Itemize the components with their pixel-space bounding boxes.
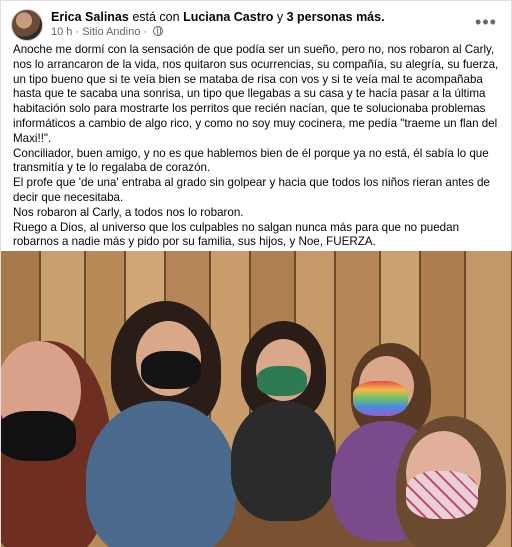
person-3-mask <box>257 366 307 396</box>
person-3-body <box>231 401 336 521</box>
post-time-link[interactable]: 10 h <box>51 26 72 38</box>
with-text: está con <box>132 10 180 24</box>
tagged-person-link[interactable]: Luciana Castro <box>183 10 273 24</box>
post-paragraph: El profe que 'de una' entraba al grado s… <box>13 176 490 204</box>
meta-separator-2: · <box>143 26 148 38</box>
person-5-mask <box>406 471 478 519</box>
author-name-link[interactable]: Erica Salinas <box>51 10 129 24</box>
author-avatar[interactable] <box>11 9 43 41</box>
meta-separator: · <box>75 26 80 38</box>
post-paragraph: Conciliador, buen amigo, y no es que hab… <box>13 146 489 175</box>
post-photo[interactable] <box>1 251 512 547</box>
globe-icon[interactable] <box>153 26 164 36</box>
and-text: y <box>276 10 284 24</box>
person-2-jacket <box>86 401 236 547</box>
person-1-mask <box>1 411 76 461</box>
post-header: Erica Salinas está con Luciana Castro y … <box>1 1 512 45</box>
more-options-icon: ••• <box>475 12 497 32</box>
others-link[interactable]: 3 personas más. <box>287 10 385 24</box>
post-text: Anoche me dormí con la sensación de que … <box>13 43 505 250</box>
post-paragraph: Nos robaron al Carly, a todos nos lo rob… <box>13 205 244 219</box>
post-paragraph: Ruego a Dios, al universo que los culpab… <box>13 220 460 249</box>
more-options-button[interactable]: ••• <box>473 13 499 35</box>
facebook-post: Erica Salinas está con Luciana Castro y … <box>0 0 512 547</box>
location-link[interactable]: Sitio Andino <box>82 26 140 38</box>
person-4-mask <box>353 381 408 416</box>
post-meta: 10 h · Sitio Andino · <box>51 26 164 39</box>
person-2-mask <box>141 351 201 389</box>
post-author-line: Erica Salinas está con Luciana Castro y … <box>51 10 385 25</box>
post-paragraph: Anoche me dormí con la sensación de que … <box>13 43 499 145</box>
